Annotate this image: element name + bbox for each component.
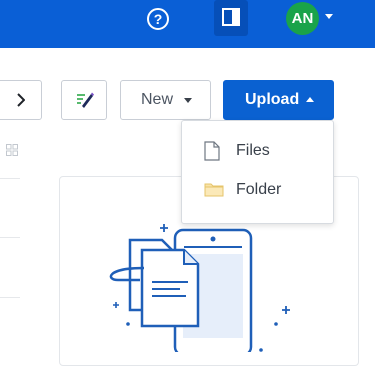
divider xyxy=(0,297,20,298)
file-icon xyxy=(204,141,220,161)
chevron-right-icon xyxy=(17,93,25,107)
caret-down-icon xyxy=(184,98,192,103)
pencil-lines-icon xyxy=(77,92,94,108)
menu-item-folder[interactable]: Folder xyxy=(182,172,333,210)
upload-button-label: Upload xyxy=(245,91,300,108)
folder-icon xyxy=(204,183,224,197)
menu-item-label: Files xyxy=(236,142,270,159)
chevron-down-icon[interactable] xyxy=(325,14,333,19)
upload-dropdown-menu: Files Folder xyxy=(181,120,334,224)
menu-item-label: Folder xyxy=(236,181,282,198)
help-icon[interactable]: ? xyxy=(147,8,169,30)
caret-up-icon xyxy=(306,97,314,102)
edit-button[interactable] xyxy=(61,80,107,120)
divider xyxy=(0,237,20,238)
new-button-label: New xyxy=(141,91,174,108)
divider xyxy=(0,178,20,179)
menu-item-files[interactable]: Files xyxy=(182,133,333,171)
upload-button[interactable]: Upload xyxy=(223,80,334,120)
new-button[interactable]: New xyxy=(120,80,211,120)
next-button[interactable] xyxy=(0,80,42,120)
upload-files-illustration xyxy=(109,224,290,352)
side-panel-toggle-button[interactable] xyxy=(214,0,248,36)
grid-view-icon[interactable] xyxy=(6,144,18,156)
user-avatar[interactable]: AN xyxy=(286,2,319,35)
top-bar: ? AN xyxy=(0,0,375,48)
side-panel-icon xyxy=(222,8,240,26)
